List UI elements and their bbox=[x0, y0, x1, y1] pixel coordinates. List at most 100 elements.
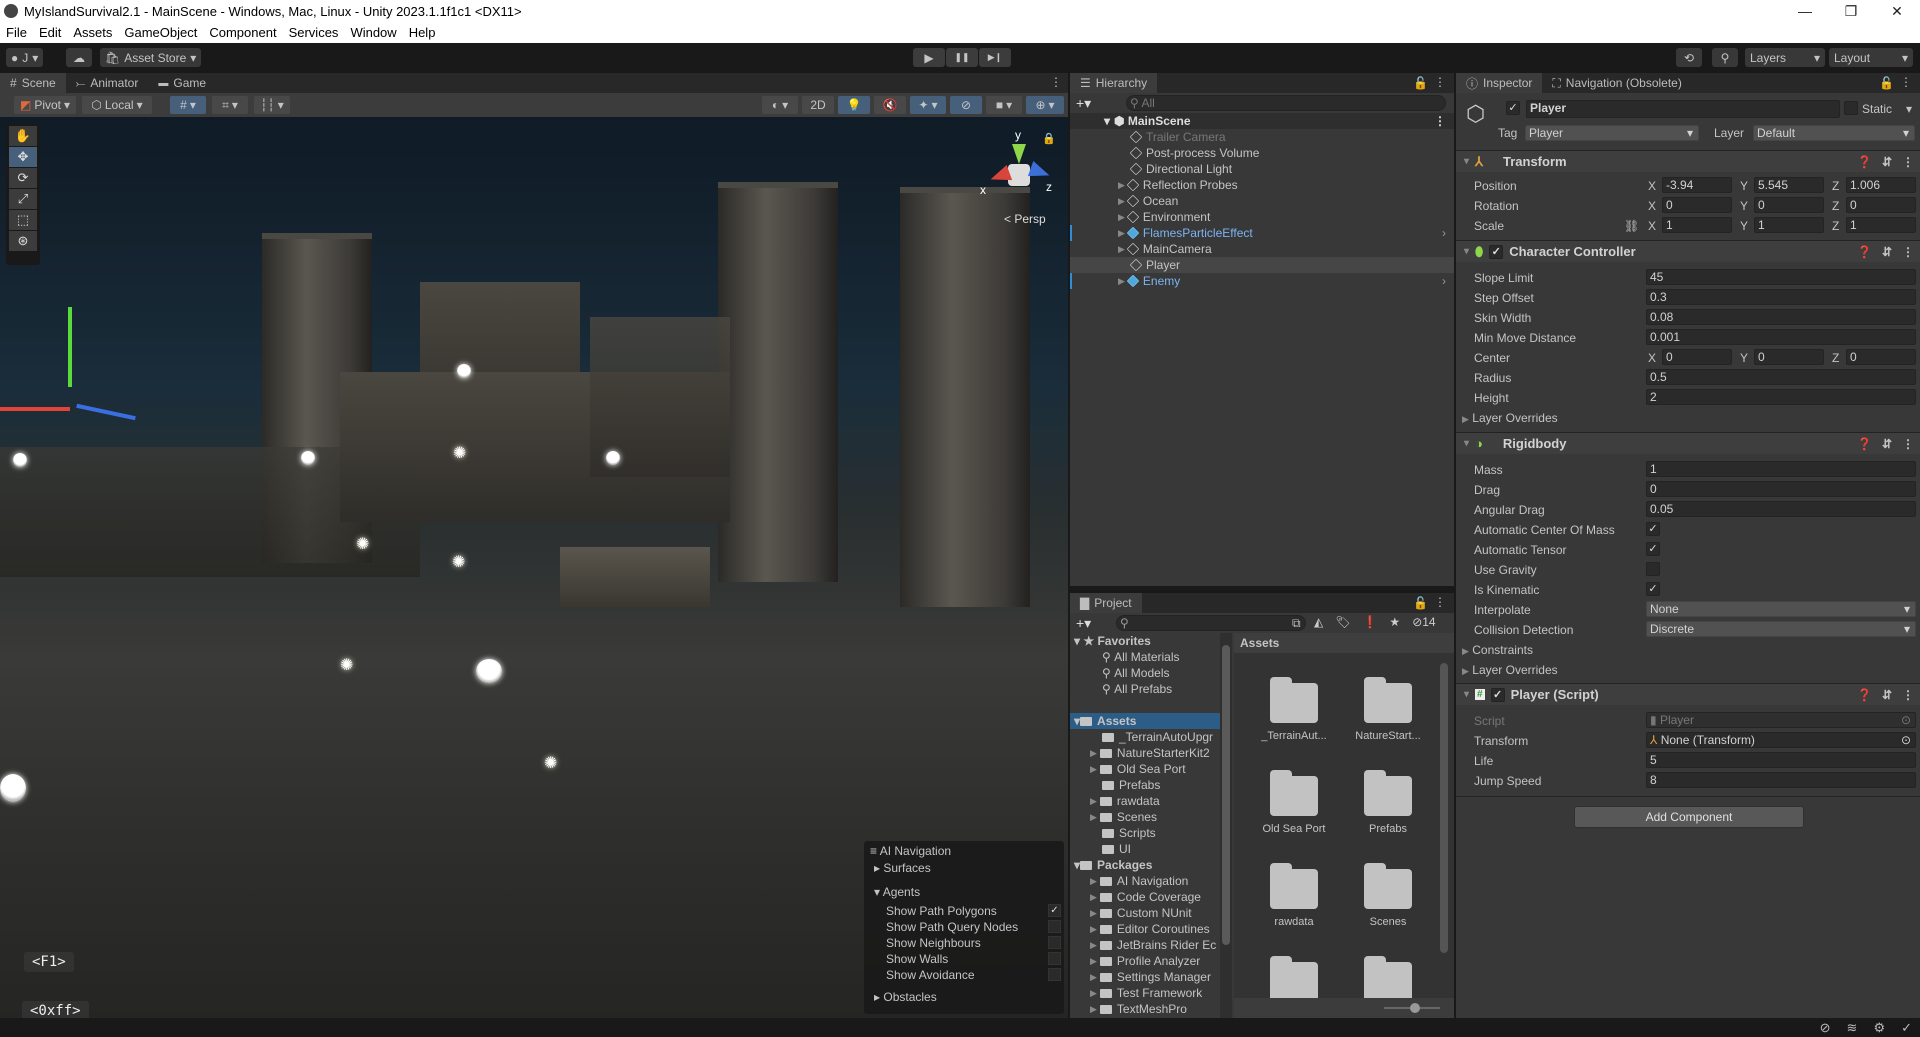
package-folder[interactable]: ▶ Profile Analyzer bbox=[1090, 953, 1200, 969]
constrain-proportions-icon[interactable]: ⛓ bbox=[1624, 219, 1639, 233]
help-icon[interactable]: ❓ bbox=[1857, 245, 1872, 259]
layer-dropdown[interactable]: Default ▾ bbox=[1753, 125, 1915, 141]
position-z-field[interactable]: 1.006 bbox=[1846, 177, 1916, 193]
filter-by-label-icon[interactable]: 🏷 bbox=[1335, 615, 1350, 629]
life-field[interactable]: 5 bbox=[1646, 752, 1916, 768]
2d-toggle[interactable]: 2D bbox=[802, 96, 834, 114]
move-tool[interactable]: ✥ bbox=[9, 147, 37, 167]
agents-foldout[interactable]: ▾ Agents bbox=[874, 885, 920, 899]
help-icon[interactable]: ❓ bbox=[1857, 437, 1872, 451]
effects-dropdown[interactable]: ✦ ▾ bbox=[910, 96, 946, 114]
help-icon[interactable]: ❓ bbox=[1857, 155, 1872, 169]
folder-icon[interactable] bbox=[1364, 863, 1412, 909]
transform-header[interactable]: ▾ ⅄ Transform ❓ ⇵ ⋮ bbox=[1456, 150, 1920, 172]
scene-menu-icon[interactable]: ⋮ bbox=[1434, 114, 1446, 128]
asset-folder[interactable]: Scripts bbox=[1102, 825, 1156, 841]
more-options-icon[interactable]: ⋮ bbox=[1434, 595, 1446, 609]
menu-window[interactable]: Window bbox=[350, 25, 396, 40]
component-enabled-checkbox[interactable]: ✓ bbox=[1490, 687, 1505, 702]
component-menu-icon[interactable]: ⋮ bbox=[1902, 688, 1914, 702]
drag-field[interactable]: 0 bbox=[1646, 481, 1916, 497]
mass-field[interactable]: 1 bbox=[1646, 461, 1916, 477]
asset-folder[interactable]: ▶ Old Sea Port bbox=[1090, 761, 1186, 777]
cache-server-icon[interactable]: ≋ bbox=[1847, 1020, 1858, 1036]
minimize-button[interactable]: — bbox=[1782, 0, 1828, 22]
hierarchy-item[interactable]: ▶ Ocean bbox=[1070, 193, 1454, 209]
increment-snap-button[interactable]: ⌗ ▾ bbox=[212, 96, 248, 114]
menu-edit[interactable]: Edit bbox=[39, 25, 61, 40]
menu-component[interactable]: Component bbox=[209, 25, 276, 40]
player-script-header[interactable]: ▾ # ✓ Player (Script) ❓ ⇵ ⋮ bbox=[1456, 683, 1920, 705]
hierarchy-item[interactable]: ▶ Enemy › bbox=[1070, 273, 1454, 289]
angular-drag-field[interactable]: 0.05 bbox=[1646, 501, 1916, 517]
scale-y-field[interactable]: 1 bbox=[1754, 217, 1824, 233]
tag-dropdown[interactable]: Player ▾ bbox=[1525, 125, 1699, 141]
search-button[interactable]: ⚲ bbox=[1712, 48, 1738, 67]
center-x-field[interactable]: 0 bbox=[1662, 349, 1732, 365]
position-x-field[interactable]: -3.94 bbox=[1662, 177, 1732, 193]
presets-icon[interactable]: ⇵ bbox=[1882, 437, 1892, 451]
hierarchy-item[interactable]: Directional Light bbox=[1070, 161, 1454, 177]
asset-folder[interactable]: _TerrainAutoUpgr bbox=[1102, 729, 1213, 745]
favorite-star-icon[interactable]: ★ bbox=[1389, 615, 1400, 629]
debug-mode-icon[interactable]: ⚙ bbox=[1873, 1020, 1885, 1036]
scale-x-field[interactable]: 1 bbox=[1662, 217, 1732, 233]
create-button[interactable]: +▾ bbox=[1076, 95, 1091, 112]
layer-overrides-foldout[interactable]: ▶ Layer Overrides bbox=[1462, 663, 1558, 677]
step-button[interactable]: ▶❙ bbox=[979, 48, 1011, 67]
favorites-foldout[interactable]: ▾ ★ Favorites bbox=[1074, 633, 1151, 649]
show-walls-checkbox[interactable] bbox=[1048, 952, 1061, 965]
height-field[interactable]: 2 bbox=[1646, 389, 1916, 405]
show-path-query-nodes-checkbox[interactable] bbox=[1048, 920, 1061, 933]
account-button[interactable]: ● J ▾ bbox=[6, 48, 44, 67]
tab-inspector[interactable]: ⓘ Inspector bbox=[1456, 73, 1543, 93]
component-enabled-checkbox[interactable]: ✓ bbox=[1489, 244, 1504, 259]
tab-project[interactable]: ▇ Project bbox=[1070, 593, 1142, 613]
scene-root[interactable]: ▾ ⬢ MainScene ⋮ bbox=[1070, 113, 1454, 129]
project-search-input[interactable]: ⚲ bbox=[1116, 615, 1306, 631]
step-offset-field[interactable]: 0.3 bbox=[1646, 289, 1916, 305]
drag-handle-icon[interactable]: ≡ bbox=[870, 844, 877, 858]
folder-icon[interactable] bbox=[1364, 677, 1412, 723]
lighting-toggle[interactable]: 💡 bbox=[838, 96, 870, 114]
favorite-item[interactable]: ⚲ All Prefabs bbox=[1102, 681, 1172, 697]
layout-dropdown[interactable]: Layout ▾ bbox=[1829, 48, 1913, 67]
menu-file[interactable]: File bbox=[6, 25, 27, 40]
object-name-input[interactable]: Player bbox=[1526, 100, 1840, 118]
asset-folder[interactable]: Prefabs bbox=[1102, 777, 1160, 793]
is-kinematic-checkbox[interactable]: ✓ bbox=[1646, 582, 1660, 596]
camera-dropdown[interactable]: ■ ▾ bbox=[986, 96, 1022, 114]
presets-icon[interactable]: ⇵ bbox=[1882, 688, 1892, 702]
package-folder[interactable]: ▶ Code Coverage bbox=[1090, 889, 1201, 905]
chevron-right-icon[interactable]: › bbox=[1442, 226, 1446, 240]
tree-scrollbar[interactable] bbox=[1220, 633, 1232, 1018]
hand-tool[interactable]: ✋ bbox=[9, 126, 37, 146]
align-button[interactable]: ┆┆ ▾ bbox=[254, 96, 290, 114]
transform-tool[interactable]: ⊛ bbox=[9, 231, 37, 251]
component-menu-icon[interactable]: ⋮ bbox=[1902, 437, 1914, 451]
collision-detection-dropdown[interactable]: Discrete ▾ bbox=[1646, 621, 1916, 637]
component-menu-icon[interactable]: ⋮ bbox=[1902, 155, 1914, 169]
skin-width-field[interactable]: 0.08 bbox=[1646, 309, 1916, 325]
presets-icon[interactable]: ⇵ bbox=[1882, 155, 1892, 169]
rotation-z-field[interactable]: 0 bbox=[1846, 197, 1916, 213]
asset-store-button[interactable]: 🛍 Asset Store ▾ bbox=[100, 48, 202, 67]
lock-icon[interactable]: 🔒 bbox=[1042, 132, 1056, 145]
restore-button[interactable]: ❐ bbox=[1828, 0, 1874, 22]
gizmo-y-cone[interactable] bbox=[1012, 144, 1026, 164]
menu-services[interactable]: Services bbox=[289, 25, 339, 40]
static-checkbox[interactable] bbox=[1844, 101, 1858, 115]
constraints-foldout[interactable]: ▶ Constraints bbox=[1462, 643, 1533, 657]
asset-folder[interactable]: UI bbox=[1102, 841, 1131, 857]
assets-folder-selected[interactable]: ▾ Assets bbox=[1070, 713, 1220, 729]
more-options-icon[interactable]: ⋮ bbox=[1900, 75, 1912, 89]
component-menu-icon[interactable]: ⋮ bbox=[1902, 245, 1914, 259]
show-avoidance-checkbox[interactable] bbox=[1048, 968, 1061, 981]
presets-icon[interactable]: ⇵ bbox=[1882, 245, 1892, 259]
close-button[interactable]: ✕ bbox=[1874, 0, 1920, 22]
projection-toggle[interactable]: < Persp bbox=[1004, 212, 1046, 226]
rotate-tool[interactable]: ⟳ bbox=[9, 168, 37, 188]
package-folder[interactable]: ▶ JetBrains Rider Ec bbox=[1090, 937, 1216, 953]
folder-icon[interactable] bbox=[1364, 770, 1412, 816]
asset-folder[interactable]: ▶ rawdata bbox=[1090, 793, 1160, 809]
